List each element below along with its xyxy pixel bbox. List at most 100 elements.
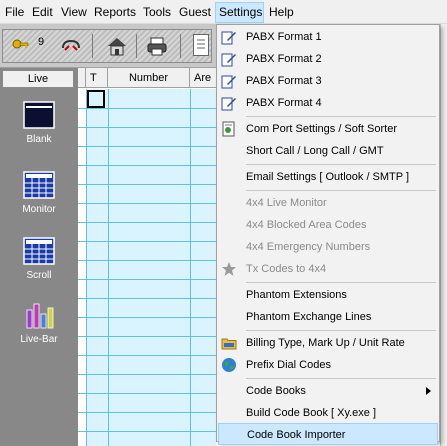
menu-view[interactable]: View [61,0,87,24]
menu-item-code-books[interactable]: Code Books [217,380,439,402]
grid-row-line [78,203,216,204]
phone-transfer-icon[interactable] [58,33,84,59]
menu-guest[interactable]: Guest [179,0,211,24]
menu-item-label: Email Settings [ Outlook / SMTP ] [246,171,410,183]
monitor-grid-icon [22,170,56,200]
grid-row-line [78,279,216,280]
menu-item-phantom-extensions[interactable]: Phantom Extensions [217,284,439,306]
bar-chart-icon [22,300,56,330]
edit-pencil-icon [221,29,237,45]
menu-item-label: Code Books [246,385,306,397]
menu-separator [246,330,436,331]
globe-icon [221,357,237,373]
edit-pencil-icon [221,73,237,89]
sidebar-item-blank[interactable]: Blank [0,100,78,145]
grid-row-line [78,146,216,147]
menu-edit[interactable]: Edit [32,0,53,24]
column-header-t[interactable]: T [86,68,108,88]
column-header-area[interactable]: Are [190,68,216,88]
grid-row-line [78,184,216,185]
grid-header-spacer [78,68,86,88]
menu-item-label: PABX Format 4 [246,97,322,109]
menu-item-code-book-importer[interactable]: Code Book Importer [218,423,438,445]
grid-row-line [78,317,216,318]
grid-row-line [78,374,216,375]
menu-bar: File Edit View Reports Tools Guest Setti… [0,0,447,24]
menu-item-pabx-format-2[interactable]: PABX Format 2 [217,48,439,70]
menu-separator [246,282,436,283]
menu-item-label: Com Port Settings / Soft Sorter [246,123,398,135]
app-right-edge [440,24,447,446]
sidebar-header-live[interactable]: Live [2,70,74,88]
menu-separator [246,116,436,117]
menu-tools[interactable]: Tools [143,0,171,24]
menu-item-label: PABX Format 1 [246,31,322,43]
menu-item-pabx-format-4[interactable]: PABX Format 4 [217,92,439,114]
settings-dropdown-menu: PABX Format 1 PABX Format 2 PABX Format … [216,24,440,445]
menu-item-billing-type[interactable]: Billing Type, Mark Up / Unit Rate [217,332,439,354]
toolbar-separator [136,34,137,58]
menu-separator [246,164,436,165]
document-icon[interactable] [193,34,209,56]
grid-row-line [78,165,216,166]
menu-item-label: Phantom Exchange Lines [246,311,372,323]
menu-item-build-code-book[interactable]: Build Code Book [ Xy.exe ] [217,402,439,424]
scroll-grid-icon [22,236,56,266]
menu-item-tx-codes-to-4x4: Tx Codes to 4x4 [217,258,439,280]
sidebar-item-scroll[interactable]: Scroll [0,236,78,281]
grid-row-line [78,241,216,242]
sidebar: Live Blank Monitor Scroll Live-Bar [0,68,78,446]
menu-item-label: Phantom Extensions [246,289,347,301]
menu-item-label: PABX Format 2 [246,53,322,65]
document-settings-icon [221,121,237,137]
menu-item-label: Short Call / Long Call / GMT [246,145,384,157]
selected-cell[interactable] [87,90,105,108]
grid-row-line [78,431,216,432]
menu-item-short-long-call[interactable]: Short Call / Long Call / GMT [217,140,439,162]
grid-row-line [78,127,216,128]
blank-icon [22,100,56,130]
menu-item-phantom-exchange-lines[interactable]: Phantom Exchange Lines [217,306,439,328]
menu-item-pabx-format-1[interactable]: PABX Format 1 [217,26,439,48]
call-grid: T Number Are [78,68,216,446]
key-icon[interactable]: 9 [10,33,44,59]
menu-settings[interactable]: Settings [215,2,264,23]
toolbar-separator [180,34,181,58]
sidebar-item-monitor[interactable]: Monitor [0,170,78,215]
menu-item-prefix-dial-codes[interactable]: Prefix Dial Codes [217,354,439,376]
sidebar-item-label: Live-Bar [20,334,58,345]
column-header-number[interactable]: Number [108,68,190,88]
menu-help[interactable]: Help [269,0,294,24]
toolbar-separator [92,34,93,58]
sidebar-item-label: Scroll [26,270,52,281]
submenu-arrow-icon [426,387,431,395]
sidebar-item-live-bar[interactable]: Live-Bar [0,300,78,345]
sidebar-item-label: Monitor [22,204,56,215]
menu-item-email-settings[interactable]: Email Settings [ Outlook / SMTP ] [217,166,439,188]
edit-pencil-icon [221,51,237,67]
menu-item-com-port-settings[interactable]: Com Port Settings / Soft Sorter [217,118,439,140]
menu-file[interactable]: File [5,0,24,24]
menu-item-pabx-format-3[interactable]: PABX Format 3 [217,70,439,92]
menu-reports[interactable]: Reports [94,0,136,24]
grid-header: T Number Are [78,68,216,88]
menu-item-label: 4x4 Emergency Numbers [246,241,371,253]
billing-folder-icon [221,335,237,351]
home-icon[interactable] [104,33,130,59]
menu-item-label: 4x4 Live Monitor [246,197,327,209]
grid-row-line [78,108,216,109]
grid-row-line [78,393,216,394]
menu-item-label: Billing Type, Mark Up / Unit Rate [246,337,405,349]
printer-icon[interactable] [144,33,170,59]
grid-row-line [78,412,216,413]
star-icon [221,261,237,277]
menu-item-label: Build Code Book [ Xy.exe ] [246,407,377,419]
grid-row-line [78,260,216,261]
menu-item-label: PABX Format 3 [246,75,322,87]
grid-row-line [78,298,216,299]
menu-separator [246,378,436,379]
grid-row-line [78,355,216,356]
grid-row-line [78,336,216,337]
menu-separator [246,190,436,191]
edit-pencil-icon [221,95,237,111]
